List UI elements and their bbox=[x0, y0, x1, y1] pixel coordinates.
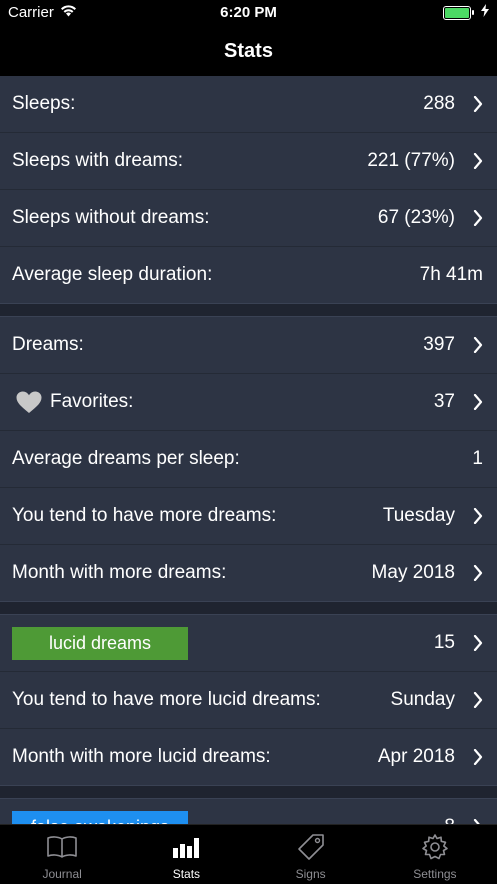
lucid-dreams-section: lucid dreams 15 You tend to have more lu… bbox=[0, 615, 497, 785]
book-icon bbox=[46, 833, 78, 861]
lucid-dreams-tag: lucid dreams bbox=[12, 626, 188, 660]
row-label: Month with more dreams: bbox=[12, 562, 227, 583]
tab-label: Journal bbox=[42, 867, 82, 881]
status-bar: Carrier 6:20 PM bbox=[0, 0, 497, 26]
favorites-row[interactable]: Favorites: 37 bbox=[0, 374, 497, 431]
section-divider bbox=[0, 785, 497, 799]
row-value: Apr 2018 bbox=[377, 746, 455, 767]
tab-bar: Journal Stats Signs Settings bbox=[0, 824, 497, 884]
tab-journal[interactable]: Journal bbox=[0, 825, 124, 884]
row-label: Sleeps without dreams: bbox=[12, 207, 210, 228]
false-awakenings-tag: false awakenings bbox=[12, 810, 188, 824]
tab-label: Settings bbox=[413, 867, 457, 881]
chevron-right-icon bbox=[465, 508, 483, 524]
sleeps-without-dreams-row[interactable]: Sleeps without dreams: 67 (23%) bbox=[0, 190, 497, 247]
row-value: 67 (23%) bbox=[377, 207, 455, 228]
row-value: 288 bbox=[423, 93, 455, 114]
tab-label: Signs bbox=[295, 867, 326, 881]
dreams-section: Dreams: 397 Favorites: 37 Average dreams… bbox=[0, 317, 497, 601]
chevron-right-icon bbox=[465, 692, 483, 708]
tag-icon bbox=[297, 833, 325, 861]
navigation-bar: Stats bbox=[0, 26, 497, 76]
chevron-right-icon bbox=[465, 153, 483, 169]
row-value: Tuesday bbox=[382, 505, 455, 526]
page-title: Stats bbox=[224, 39, 273, 62]
tab-label: Stats bbox=[172, 867, 201, 881]
row-value: Sunday bbox=[390, 689, 455, 710]
chevron-right-icon bbox=[465, 635, 483, 651]
chevron-right-icon bbox=[465, 96, 483, 112]
sleeps-with-dreams-row[interactable]: Sleeps with dreams: 221 (77%) bbox=[0, 133, 497, 190]
battery-icon bbox=[443, 5, 474, 20]
tab-signs[interactable]: Signs bbox=[249, 825, 373, 884]
status-right bbox=[443, 4, 489, 21]
stats-list[interactable]: Sleeps: 288 Sleeps with dreams: 221 (77%… bbox=[0, 76, 497, 824]
average-dreams-per-sleep-row: Average dreams per sleep: 1 bbox=[0, 431, 497, 488]
status-time: 6:20 PM bbox=[220, 4, 277, 21]
more-dreams-day-row[interactable]: You tend to have more dreams: Tuesday bbox=[0, 488, 497, 545]
chevron-right-icon bbox=[465, 565, 483, 581]
row-value: 15 bbox=[433, 632, 455, 653]
chevron-right-icon bbox=[465, 749, 483, 765]
row-value: 37 bbox=[433, 391, 455, 412]
row-value: 7h 41m bbox=[419, 264, 483, 285]
chevron-right-icon bbox=[465, 210, 483, 226]
row-label: You tend to have more lucid dreams: bbox=[12, 689, 321, 710]
average-sleep-duration-row: Average sleep duration: 7h 41m bbox=[0, 247, 497, 303]
lucid-dreams-row[interactable]: lucid dreams 15 bbox=[0, 615, 497, 672]
row-label: You tend to have more dreams: bbox=[12, 505, 277, 526]
row-label: Average dreams per sleep: bbox=[12, 448, 240, 469]
sleeps-section: Sleeps: 288 Sleeps with dreams: 221 (77%… bbox=[0, 76, 497, 303]
chevron-right-icon bbox=[465, 337, 483, 353]
row-value: 8 bbox=[444, 816, 455, 824]
row-label: Average sleep duration: bbox=[12, 264, 213, 285]
bar-chart-icon bbox=[172, 833, 200, 861]
false-awakenings-row[interactable]: false awakenings 8 bbox=[0, 799, 497, 824]
tab-stats[interactable]: Stats bbox=[124, 825, 248, 884]
more-lucid-dreams-day-row[interactable]: You tend to have more lucid dreams: Sund… bbox=[0, 672, 497, 729]
sleeps-row[interactable]: Sleeps: 288 bbox=[0, 76, 497, 133]
row-label: Month with more lucid dreams: bbox=[12, 746, 271, 767]
row-value: 1 bbox=[472, 448, 483, 469]
chevron-right-icon bbox=[465, 394, 483, 410]
heart-icon bbox=[16, 391, 42, 414]
month-more-lucid-dreams-row[interactable]: Month with more lucid dreams: Apr 2018 bbox=[0, 729, 497, 785]
month-more-dreams-row[interactable]: Month with more dreams: May 2018 bbox=[0, 545, 497, 601]
section-divider bbox=[0, 303, 497, 317]
row-label: Sleeps with dreams: bbox=[12, 150, 184, 171]
row-value: 397 bbox=[423, 334, 455, 355]
gear-icon bbox=[421, 833, 449, 861]
row-label: Favorites: bbox=[50, 391, 134, 412]
tab-settings[interactable]: Settings bbox=[373, 825, 497, 884]
row-label: Dreams: bbox=[12, 334, 84, 355]
charging-icon bbox=[481, 4, 489, 21]
row-value: 221 (77%) bbox=[367, 150, 455, 171]
row-value: May 2018 bbox=[371, 562, 455, 583]
dreams-row[interactable]: Dreams: 397 bbox=[0, 317, 497, 374]
section-divider bbox=[0, 601, 497, 615]
false-awakenings-section: false awakenings 8 bbox=[0, 799, 497, 824]
row-label: Sleeps: bbox=[12, 93, 76, 114]
